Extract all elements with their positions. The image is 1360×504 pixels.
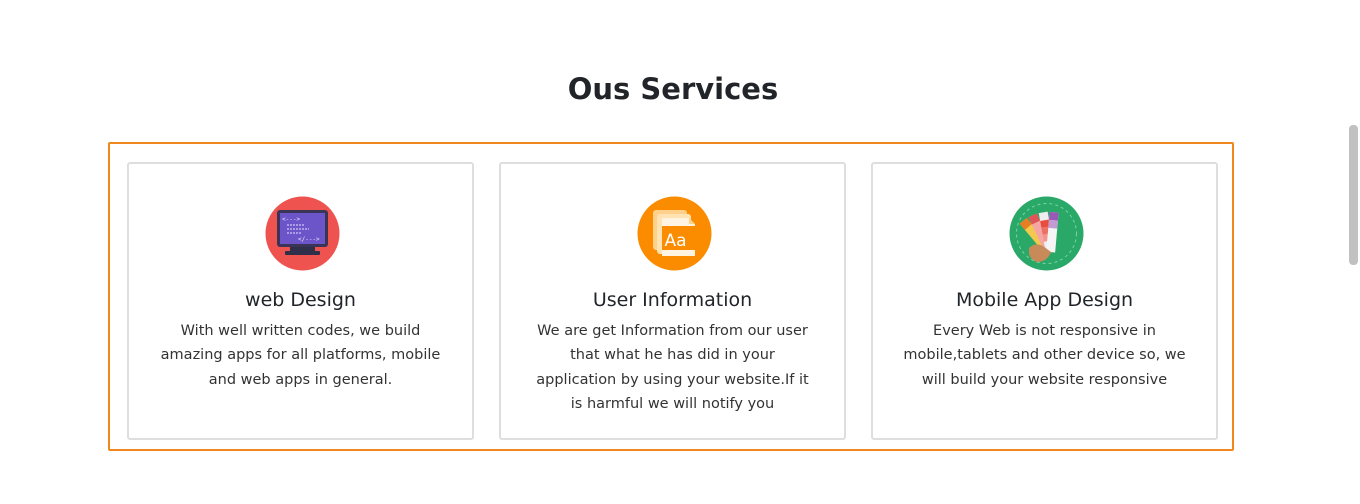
color-palette-icon (1009, 196, 1084, 271)
service-title: web Design (245, 289, 356, 311)
services-page: Ous Services <---> </---> web Design Wit… (0, 0, 1360, 504)
svg-text:Aa: Aa (665, 231, 687, 251)
service-card-web-design[interactable]: <---> </---> web Design With well writte… (127, 162, 474, 440)
service-card-mobile-app-design[interactable]: Mobile App Design Every Web is not respo… (871, 162, 1218, 440)
service-description: Every Web is not responsive in mobile,ta… (903, 323, 1186, 388)
service-title: User Information (592, 289, 753, 311)
page-scrollbar[interactable] (1346, 0, 1360, 504)
monitor-code-icon: <---> </---> (265, 196, 340, 271)
svg-text:</--->: </---> (298, 236, 320, 243)
scrollbar-thumb[interactable] (1349, 125, 1358, 265)
service-title: Mobile App Design (955, 289, 1134, 311)
svg-text:<--->: <---> (282, 216, 300, 223)
service-card-user-information[interactable]: Aa User Information We are get Informati… (499, 162, 846, 440)
service-description: We are get Information from our user tha… (536, 323, 809, 412)
section-title: Ous Services (567, 72, 779, 106)
service-description: With well written codes, we build amazin… (160, 323, 441, 388)
font-document-icon: Aa (637, 196, 712, 271)
